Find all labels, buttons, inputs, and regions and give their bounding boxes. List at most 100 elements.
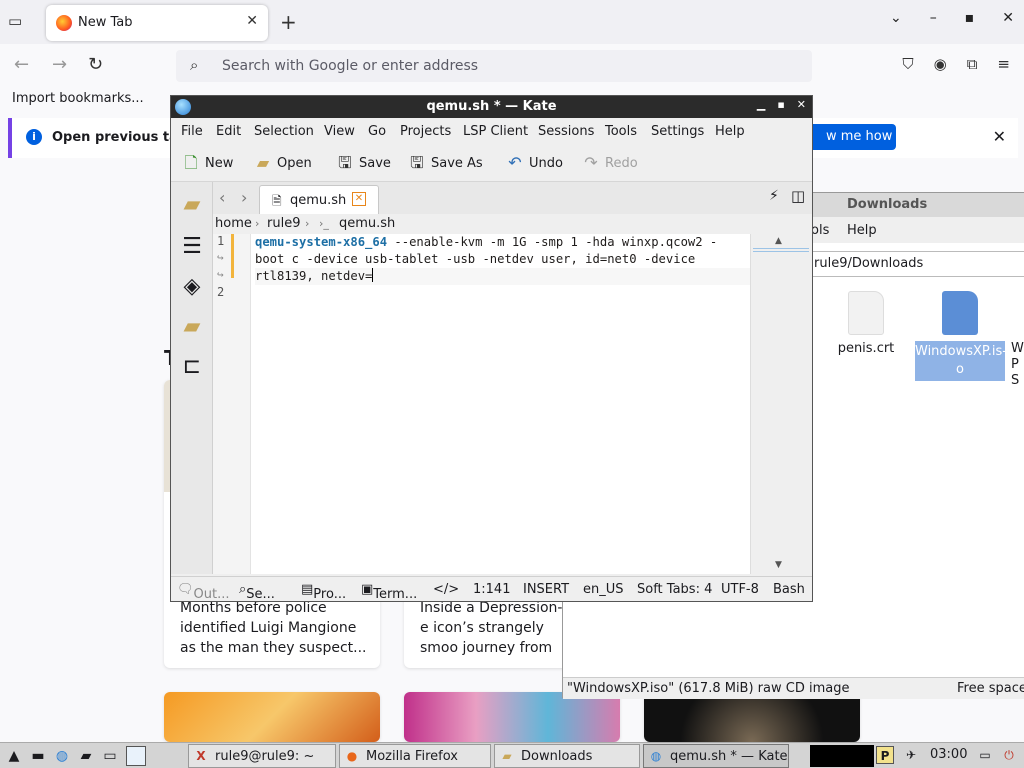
menu-view[interactable]: View <box>324 124 355 139</box>
maximize-icon[interactable]: ▪ <box>965 10 975 26</box>
story-card-text[interactable]: Inside a Depression-e icon’s strangely s… <box>420 598 564 658</box>
forward-arrow-icon[interactable]: → <box>52 54 67 75</box>
open-button[interactable]: ▰ Open <box>253 152 312 174</box>
menu-lsp-client[interactable]: LSP Client <box>463 124 528 139</box>
projects-panel-button[interactable]: ▤ Pro... <box>301 582 346 602</box>
close-window-icon[interactable]: ✕ <box>1002 10 1014 26</box>
menu-hamburger-icon[interactable]: ≡ <box>997 55 1010 73</box>
menu-file[interactable]: File <box>181 124 203 139</box>
story-card-image[interactable] <box>164 692 380 742</box>
import-bookmarks-link[interactable]: Import bookmarks... <box>12 91 144 106</box>
pocket-icon[interactable]: ⛉ <box>902 55 913 73</box>
redo-button[interactable]: ↷ Redo <box>581 152 637 174</box>
crumb-rule9[interactable]: rule9 <box>267 216 300 231</box>
extensions-icon[interactable]: ⧉ <box>967 55 978 73</box>
reload-icon[interactable]: ↻ <box>88 54 103 75</box>
kate-left-sidebar: ▰ ☰ ◈ ▰ ⊏ <box>171 182 213 574</box>
browser-launcher-icon[interactable]: ◍ <box>52 746 72 766</box>
encoding[interactable]: UTF-8 <box>721 582 759 597</box>
task-kate[interactable]: ◍ qemu.sh * — Kate <box>643 744 789 768</box>
menu-tools[interactable]: ols <box>811 223 829 238</box>
menu-tools[interactable]: Tools <box>605 124 637 139</box>
editor-scrollbar[interactable]: ▲ ▼ <box>750 234 812 574</box>
undo-button[interactable]: ↶ Undo <box>505 152 563 174</box>
symbols-panel-icon[interactable]: ☰ <box>177 232 207 262</box>
task-downloads[interactable]: ▰ Downloads <box>494 744 640 768</box>
close-icon[interactable]: ✕ <box>797 98 806 111</box>
file-item-selected[interactable]: WindowsXP.is-o <box>915 291 1007 381</box>
minimize-icon[interactable]: – <box>930 10 937 26</box>
location-bar[interactable]: rule9/Downloads <box>811 251 1024 277</box>
cursor-position[interactable]: 1:141 <box>473 582 510 597</box>
address-bar[interactable]: ⌕ Search with Google or enter address <box>176 50 812 82</box>
close-tab-icon[interactable]: ✕ <box>246 13 258 29</box>
network-icon[interactable]: ✈ <box>902 746 920 764</box>
git-panel-icon[interactable]: ◈ <box>177 272 207 302</box>
menu-sessions[interactable]: Sessions <box>538 124 594 139</box>
documents-panel-icon[interactable]: ▰ <box>177 190 207 220</box>
minimize-icon[interactable]: ▁ <box>757 98 765 111</box>
save-button[interactable]: 🖫 Save <box>335 152 391 174</box>
crumb-file[interactable]: qemu.sh <box>339 216 395 231</box>
minimap-viewport[interactable] <box>753 248 809 252</box>
task-firefox[interactable]: ● Mozilla Firefox <box>339 744 491 768</box>
scroll-down-icon[interactable]: ▼ <box>775 560 782 570</box>
close-notice-icon[interactable]: ✕ <box>993 127 1006 146</box>
scroll-up-icon[interactable]: ▲ <box>775 236 782 246</box>
story-card-image[interactable] <box>644 692 860 742</box>
back-arrow-icon[interactable]: ← <box>14 54 29 75</box>
projects-panel-icon[interactable]: ⊏ <box>177 352 207 382</box>
tab-back-icon[interactable]: ‹ <box>219 188 225 207</box>
code-icon[interactable]: </> <box>433 582 459 597</box>
search-panel-button[interactable]: ⌕ Se... <box>239 582 275 602</box>
new-button[interactable]: 🗋 New <box>181 152 234 174</box>
kate-window: qemu.sh * — Kate ▁ ▪ ✕ File Edit Selecti… <box>170 95 813 602</box>
task-terminal[interactable]: X rule9@rule9: ~ <box>188 744 336 768</box>
tab-new-tab[interactable]: New Tab ✕ <box>46 5 268 41</box>
monitor-icon[interactable]: ▭ <box>976 746 994 764</box>
split-view-icon[interactable]: ◫ <box>791 187 805 205</box>
package-updates-icon[interactable]: P <box>876 746 894 764</box>
start-menu-icon[interactable]: ▲ <box>4 746 24 766</box>
show-desktop-icon[interactable]: ▬ <box>28 746 48 766</box>
maximize-icon[interactable]: ▪ <box>777 98 784 111</box>
terminal-panel-button[interactable]: ▣ Term... <box>361 582 417 602</box>
menu-settings[interactable]: Settings <box>651 124 704 139</box>
tab-overflow-chevron-icon[interactable]: ⌄ <box>890 10 902 26</box>
clock[interactable]: 03:00 <box>930 747 967 762</box>
save-as-button[interactable]: 🖫 Save As <box>407 152 483 174</box>
file-item-partial[interactable]: W P S <box>1011 341 1024 389</box>
power-icon[interactable]: ⏻ <box>1000 746 1018 764</box>
code-area[interactable]: qemu-system-x86_64 --enable-kvm -m 1G -s… <box>255 234 750 574</box>
story-card-text[interactable]: Months before police identified Luigi Ma… <box>180 598 370 658</box>
indentation[interactable]: Soft Tabs: 4 <box>637 582 712 597</box>
menu-help[interactable]: Help <box>715 124 745 139</box>
input-mode[interactable]: INSERT <box>523 582 569 597</box>
new-tab-plus-icon[interactable]: + <box>280 10 297 34</box>
tab-qemu-sh[interactable]: 🗎 qemu.sh ✕ <box>259 185 379 214</box>
workspace-icon[interactable] <box>126 746 146 766</box>
tab-title: New Tab <box>78 15 133 30</box>
terminal-launcher-icon[interactable]: ▭ <box>100 746 120 766</box>
syntax-mode[interactable]: Bash <box>773 582 805 597</box>
output-panel-button[interactable]: 🗨 Out... <box>177 582 229 602</box>
dictionary[interactable]: en_US <box>583 582 624 597</box>
kate-title-bar[interactable]: qemu.sh * — Kate ▁ ▪ ✕ <box>171 96 812 118</box>
story-card-image[interactable] <box>404 692 620 742</box>
quick-open-icon[interactable]: ⚡ <box>769 188 779 204</box>
text-editor[interactable]: 1 ↪ ↪ 2 qemu-system-x86_64 --enable-kvm … <box>213 234 750 574</box>
menu-help[interactable]: Help <box>847 223 877 238</box>
show-me-how-button[interactable]: w me how <box>802 124 896 150</box>
menu-go[interactable]: Go <box>368 124 386 139</box>
crumb-home[interactable]: home <box>215 216 252 231</box>
filesystem-panel-icon[interactable]: ▰ <box>177 312 207 342</box>
file-item[interactable]: penis.crt <box>821 291 911 356</box>
list-all-tabs-icon[interactable]: ▭ <box>8 12 30 32</box>
tab-forward-icon[interactable]: › <box>241 188 247 207</box>
close-tab-icon[interactable]: ✕ <box>352 192 366 206</box>
file-manager-launcher-icon[interactable]: ▰ <box>76 746 96 766</box>
menu-selection[interactable]: Selection <box>254 124 314 139</box>
menu-projects[interactable]: Projects <box>400 124 451 139</box>
account-icon[interactable]: ◉ <box>934 55 947 73</box>
menu-edit[interactable]: Edit <box>216 124 241 139</box>
